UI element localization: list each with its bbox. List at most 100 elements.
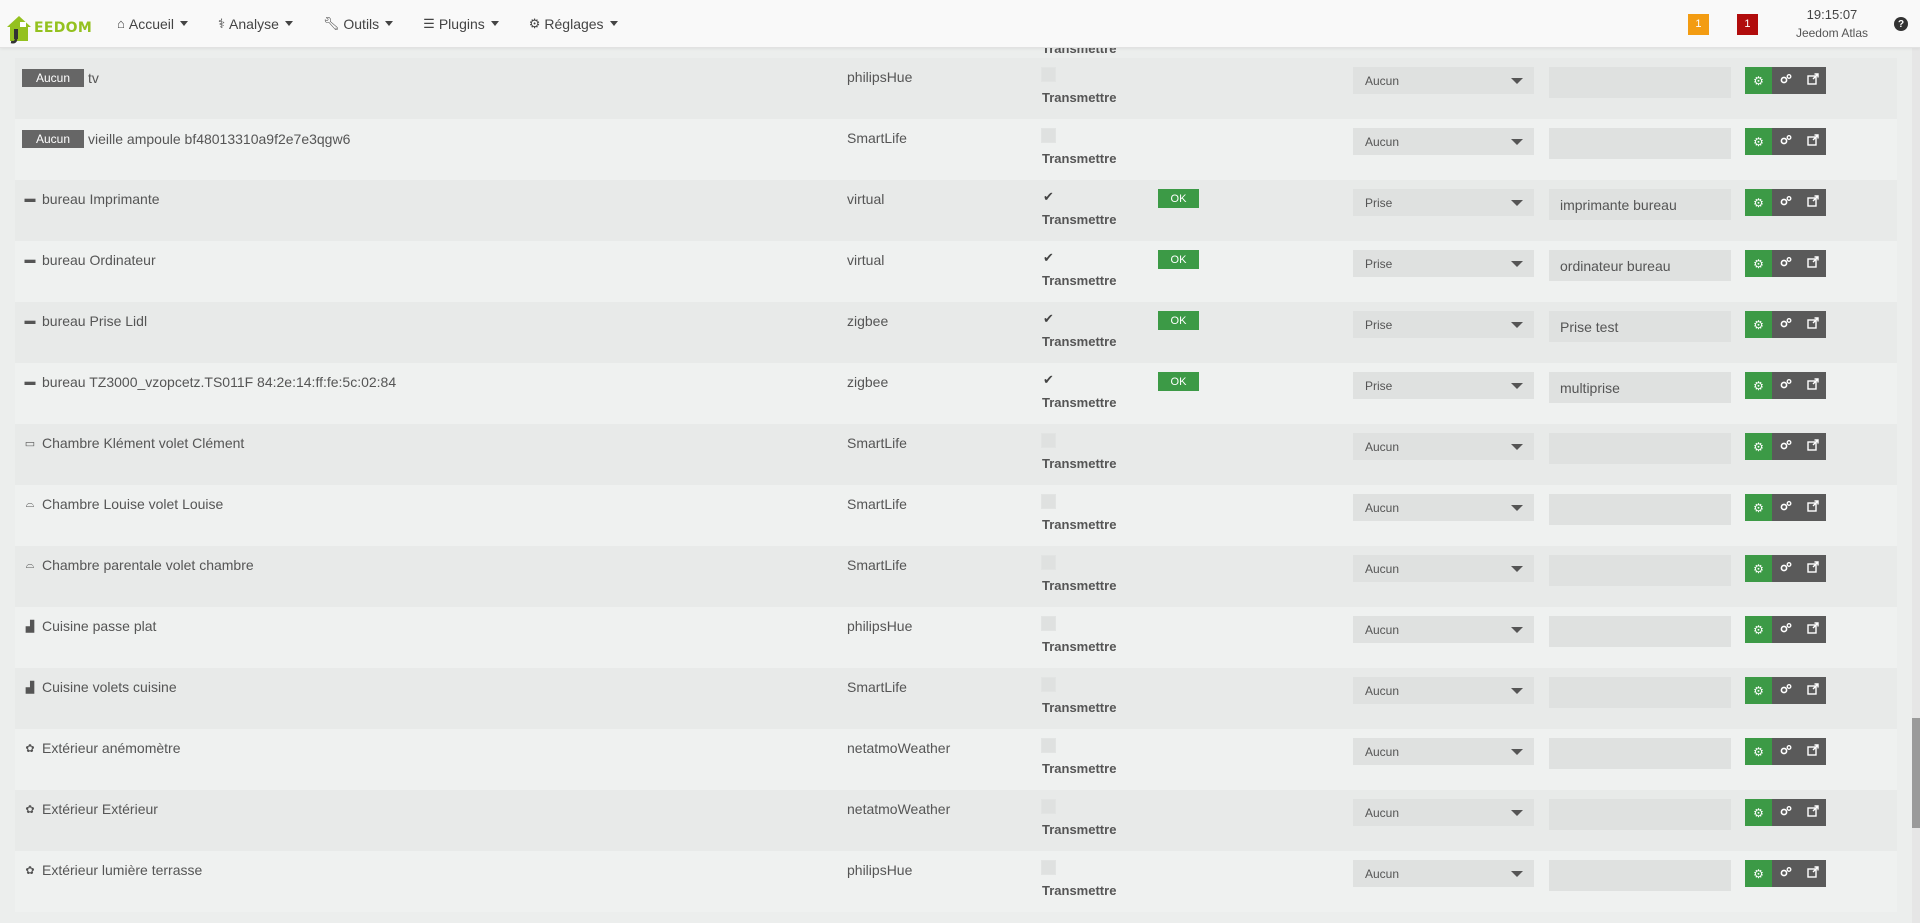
- menu-accueil[interactable]: ⌂ Accueil: [102, 0, 203, 48]
- configure-button[interactable]: ⚙: [1745, 128, 1772, 155]
- alias-input[interactable]: [1549, 128, 1731, 159]
- alias-input[interactable]: [1549, 555, 1731, 586]
- equipment-name[interactable]: Chambre Klément volet Clément: [42, 435, 244, 451]
- open-external-button[interactable]: [1799, 67, 1826, 94]
- open-external-button[interactable]: [1799, 494, 1826, 521]
- advanced-config-button[interactable]: [1772, 372, 1799, 399]
- transmit-checkbox[interactable]: ✔: [1041, 250, 1056, 265]
- advanced-config-button[interactable]: [1772, 799, 1799, 826]
- equipment-name[interactable]: Chambre Louise volet Louise: [42, 496, 223, 512]
- equipment-name[interactable]: bureau TZ3000_vzopcetz.TS011F 84:2e:14:f…: [42, 374, 396, 390]
- configure-button[interactable]: ⚙: [1745, 67, 1772, 94]
- transmit-checkbox[interactable]: [1041, 433, 1056, 448]
- transmit-checkbox[interactable]: [1041, 494, 1056, 509]
- advanced-config-button[interactable]: [1772, 433, 1799, 460]
- configure-button[interactable]: ⚙: [1745, 677, 1772, 704]
- equipment-name[interactable]: bureau Ordinateur: [42, 252, 156, 268]
- type-select[interactable]: Aucun: [1353, 860, 1534, 887]
- advanced-config-button[interactable]: [1772, 616, 1799, 643]
- transmit-checkbox[interactable]: [1041, 616, 1056, 631]
- open-external-button[interactable]: [1799, 677, 1826, 704]
- open-external-button[interactable]: [1799, 128, 1826, 155]
- open-external-button[interactable]: [1799, 738, 1826, 765]
- alias-input[interactable]: [1549, 860, 1731, 891]
- alias-input[interactable]: [1549, 677, 1731, 708]
- type-select[interactable]: Aucun: [1353, 555, 1534, 582]
- transmit-checkbox[interactable]: ✔: [1041, 189, 1056, 204]
- equipment-name[interactable]: bureau Prise Lidl: [42, 313, 147, 329]
- type-select[interactable]: Aucun: [1353, 616, 1534, 643]
- open-external-button[interactable]: [1799, 799, 1826, 826]
- equipment-name[interactable]: Extérieur Extérieur: [42, 801, 158, 817]
- alias-input[interactable]: ordinateur bureau: [1549, 250, 1731, 281]
- configure-button[interactable]: ⚙: [1745, 189, 1772, 216]
- alias-input[interactable]: [1549, 67, 1731, 98]
- configure-button[interactable]: ⚙: [1745, 616, 1772, 643]
- open-external-button[interactable]: [1799, 311, 1826, 338]
- equipment-name[interactable]: Cuisine passe plat: [42, 618, 156, 634]
- transmit-checkbox[interactable]: [1041, 555, 1056, 570]
- alias-input[interactable]: Prise test: [1549, 311, 1731, 342]
- alias-input[interactable]: [1549, 433, 1731, 464]
- alias-input[interactable]: [1549, 799, 1731, 830]
- menu-plugins[interactable]: ☰ Plugins: [408, 0, 514, 48]
- scrollbar[interactable]: [1912, 48, 1920, 923]
- advanced-config-button[interactable]: [1772, 311, 1799, 338]
- type-select[interactable]: Prise: [1353, 189, 1534, 216]
- configure-button[interactable]: ⚙: [1745, 799, 1772, 826]
- open-external-button[interactable]: [1799, 250, 1826, 277]
- type-select[interactable]: Prise: [1353, 250, 1534, 277]
- equipment-name[interactable]: vieille ampoule bf48013310a9f2e7e3qgw6: [88, 131, 350, 147]
- transmit-checkbox[interactable]: [1041, 799, 1056, 814]
- configure-button[interactable]: ⚙: [1745, 311, 1772, 338]
- equipment-name[interactable]: bureau Imprimante: [42, 191, 160, 207]
- advanced-config-button[interactable]: [1772, 189, 1799, 216]
- equipment-name[interactable]: Chambre parentale volet chambre: [42, 557, 254, 573]
- configure-button[interactable]: ⚙: [1745, 433, 1772, 460]
- transmit-checkbox[interactable]: [1041, 738, 1056, 753]
- open-external-button[interactable]: [1799, 189, 1826, 216]
- type-select[interactable]: Aucun: [1353, 799, 1534, 826]
- jeedom-logo[interactable]: EEDOM: [6, 4, 92, 44]
- equipment-name[interactable]: tv: [88, 70, 99, 86]
- type-select[interactable]: Aucun: [1353, 67, 1534, 94]
- open-external-button[interactable]: [1799, 555, 1826, 582]
- advanced-config-button[interactable]: [1772, 738, 1799, 765]
- help-icon[interactable]: ?: [1894, 17, 1908, 31]
- transmit-checkbox[interactable]: [1041, 860, 1056, 875]
- scrollbar-thumb[interactable]: [1912, 718, 1920, 828]
- configure-button[interactable]: ⚙: [1745, 738, 1772, 765]
- advanced-config-button[interactable]: [1772, 860, 1799, 887]
- transmit-checkbox[interactable]: ✔: [1041, 372, 1056, 387]
- transmit-checkbox[interactable]: [1041, 677, 1056, 692]
- open-external-button[interactable]: [1799, 433, 1826, 460]
- configure-button[interactable]: ⚙: [1745, 494, 1772, 521]
- menu-reglages[interactable]: ⚙ Réglages: [514, 0, 633, 48]
- advanced-config-button[interactable]: [1772, 677, 1799, 704]
- advanced-config-button[interactable]: [1772, 128, 1799, 155]
- configure-button[interactable]: ⚙: [1745, 250, 1772, 277]
- type-select[interactable]: Prise: [1353, 311, 1534, 338]
- advanced-config-button[interactable]: [1772, 555, 1799, 582]
- alias-input[interactable]: [1549, 494, 1731, 525]
- configure-button[interactable]: ⚙: [1745, 860, 1772, 887]
- alias-input[interactable]: multiprise: [1549, 372, 1731, 403]
- equipment-name[interactable]: Cuisine volets cuisine: [42, 679, 177, 695]
- advanced-config-button[interactable]: [1772, 67, 1799, 94]
- type-select[interactable]: Prise: [1353, 372, 1534, 399]
- type-select[interactable]: Aucun: [1353, 677, 1534, 704]
- configure-button[interactable]: ⚙: [1745, 555, 1772, 582]
- transmit-checkbox[interactable]: [1041, 128, 1056, 143]
- menu-analyse[interactable]: ⚕ Analyse: [203, 0, 308, 48]
- open-external-button[interactable]: [1799, 860, 1826, 887]
- equipment-name[interactable]: Extérieur anémomètre: [42, 740, 181, 756]
- alert-count-badge[interactable]: 1: [1736, 13, 1758, 35]
- warning-count-badge[interactable]: 1: [1687, 13, 1709, 35]
- open-external-button[interactable]: [1799, 616, 1826, 643]
- menu-outils[interactable]: 🔧︎ Outils: [308, 0, 408, 48]
- type-select[interactable]: Aucun: [1353, 738, 1534, 765]
- type-select[interactable]: Aucun: [1353, 128, 1534, 155]
- alias-input[interactable]: [1549, 738, 1731, 769]
- advanced-config-button[interactable]: [1772, 494, 1799, 521]
- type-select[interactable]: Aucun: [1353, 433, 1534, 460]
